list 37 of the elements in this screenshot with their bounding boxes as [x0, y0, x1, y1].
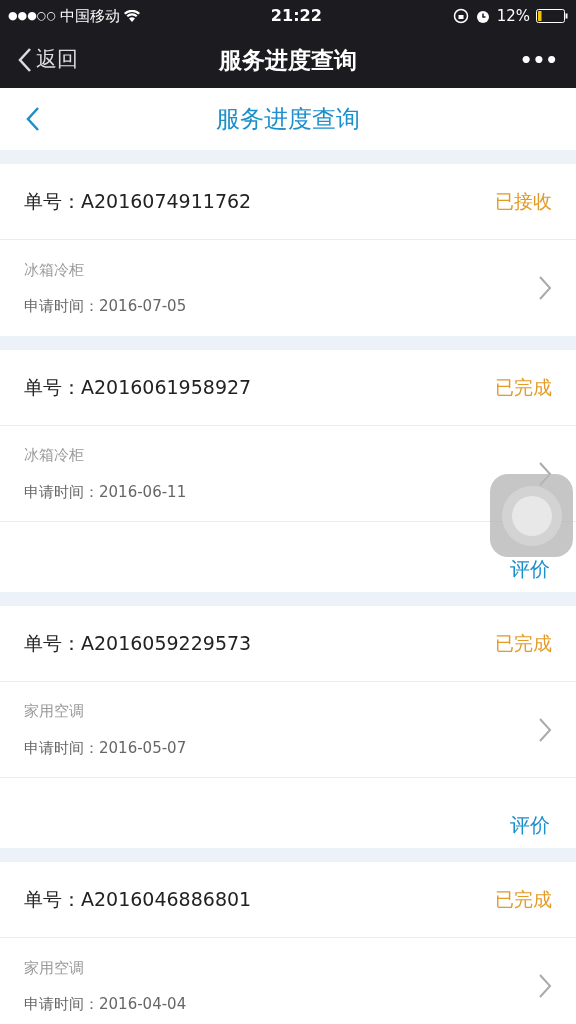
battery-percent: 12% — [496, 5, 530, 27]
rotation-lock-icon — [452, 8, 469, 24]
application-date: 申请时间：2016-04-04 — [24, 994, 187, 1015]
page-title: 服务进度查询 — [216, 104, 360, 135]
alarm-clock-icon — [474, 8, 491, 24]
rate-link[interactable]: 评价 — [510, 554, 550, 584]
order-number: 单号：A2016059229573 — [24, 631, 252, 657]
order-detail-row[interactable]: 家用空调 申请时间：2016-05-07 — [0, 682, 576, 778]
product-category: 冰箱冷柜 — [24, 445, 85, 466]
order-number: 单号：A2016046886801 — [24, 887, 252, 913]
order-detail-row[interactable]: 冰箱冷柜 申请时间：2016-07-05 — [0, 240, 576, 336]
rate-link[interactable]: 评价 — [510, 810, 550, 840]
chevron-left-icon — [18, 47, 32, 73]
carrier-name: 中国移动 — [60, 5, 120, 27]
product-category: 家用空调 — [24, 957, 85, 979]
product-category: 家用空调 — [24, 701, 85, 722]
battery-icon — [536, 9, 568, 23]
order-status: 已接收 — [495, 189, 552, 215]
chevron-right-icon — [538, 972, 552, 1000]
chevron-left-icon — [26, 106, 40, 132]
chevron-right-icon — [538, 274, 552, 302]
application-date: 申请时间：2016-05-07 — [24, 737, 187, 759]
order-status: 已完成 — [495, 631, 552, 657]
order-number: 单号：A2016061958927 — [24, 375, 252, 401]
wifi-icon — [124, 10, 140, 22]
application-date: 申请时间：2016-07-05 — [24, 296, 187, 317]
order-number: 单号：A2016074911762 — [24, 189, 252, 215]
signal-strength: ●●●○○ — [8, 7, 56, 24]
clock-time: 21:22 — [270, 5, 322, 27]
more-button[interactable]: ••• — [468, 45, 558, 75]
application-date: 申请时间：2016-06-11 — [24, 481, 187, 503]
nav-title: 服务进度查询 — [219, 45, 357, 75]
product-category: 冰箱冷柜 — [24, 259, 85, 281]
back-button[interactable]: 返回 — [18, 44, 108, 76]
order-detail-row[interactable]: 家用空调 申请时间：2016-04-04 — [0, 938, 576, 1024]
order-status: 已完成 — [495, 375, 552, 401]
order-status: 已完成 — [495, 887, 552, 913]
